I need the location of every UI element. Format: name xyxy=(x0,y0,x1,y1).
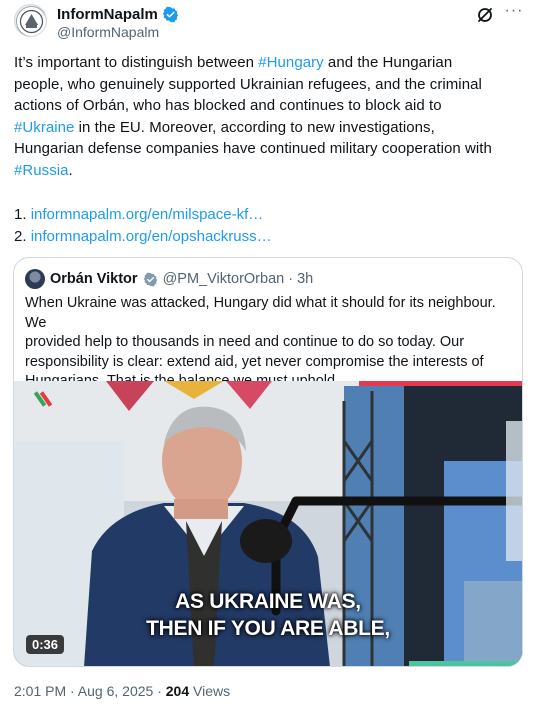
tweet-header: InformNapalm @InformNapalm ··· xyxy=(14,3,524,40)
link-item: 1. informnapalm.org/en/milspace-kf… xyxy=(14,204,524,226)
video-subtitle-line: AS UKRAINE WAS, xyxy=(175,590,361,613)
hashtag-hungary[interactable]: #Hungary xyxy=(258,54,323,71)
quoted-tweet[interactable]: Orbán Viktor @PM_ViktorOrban · 3h When U… xyxy=(13,257,523,667)
more-options-icon[interactable]: ··· xyxy=(504,3,524,24)
tweet-text-segment: . xyxy=(68,161,73,179)
author-avatar[interactable] xyxy=(14,4,47,37)
link-url[interactable]: informnapalm.org/en/opshackruss… xyxy=(31,228,272,245)
quoted-text-line: provided help to thousands in need and c… xyxy=(25,334,465,350)
tweet-text-segment: and the Hungarian xyxy=(323,54,453,71)
quoted-author-name[interactable]: Orbán Viktor xyxy=(50,271,138,287)
link-number: 2. xyxy=(14,228,31,245)
quoted-author-avatar[interactable] xyxy=(25,269,45,289)
quoted-tweet-text: When Ukraine was attacked, Hungary did w… xyxy=(25,294,515,392)
tweet-links: 1. informnapalm.org/en/milspace-kf… 2. i… xyxy=(14,204,524,248)
verified-badge-icon xyxy=(143,272,157,286)
hashtag-russia[interactable]: #Russia xyxy=(14,162,69,179)
quoted-author-handle[interactable]: @PM_ViktorOrban · 3h xyxy=(163,271,314,287)
tweet-timestamp[interactable]: 2:01 PM · Aug 6, 2025 · xyxy=(14,683,166,699)
video-duration-badge: 0:36 xyxy=(26,635,65,654)
quoted-text-line: When Ukraine was attacked, Hungary did w… xyxy=(25,295,496,331)
author-handle[interactable]: @InformNapalm xyxy=(57,24,159,40)
quoted-text-line: responsibility is clear: extend aid, yet… xyxy=(25,353,484,370)
grok-icon[interactable] xyxy=(476,6,494,24)
views-label: Views xyxy=(189,683,231,699)
tweet-text-segment: in the EU. Moreover, according to new in… xyxy=(74,118,435,136)
hashtag-ukraine[interactable]: #Ukraine xyxy=(14,119,74,136)
link-item: 2. informnapalm.org/en/opshackruss… xyxy=(14,226,524,248)
video-player[interactable]: AS UKRAINE WAS, THEN IF YOU ARE ABLE, 0:… xyxy=(14,381,522,666)
author-name-row: InformNapalm xyxy=(57,5,179,23)
tweet-metadata: 2:01 PM · Aug 6, 2025 · 204 Views xyxy=(14,683,230,699)
link-number: 1. xyxy=(14,206,31,223)
video-subtitle-line: THEN IF YOU ARE ABLE, xyxy=(146,617,390,640)
tweet-text-line: Hungarian defense companies have continu… xyxy=(14,140,492,157)
author-display-name[interactable]: InformNapalm xyxy=(57,6,158,23)
informnapalm-logo-icon xyxy=(16,6,46,36)
views-count[interactable]: 204 xyxy=(166,683,189,699)
link-url[interactable]: informnapalm.org/en/milspace-kf… xyxy=(31,206,264,223)
quoted-tweet-header: Orbán Viktor @PM_ViktorOrban · 3h xyxy=(25,269,313,289)
verified-badge-icon xyxy=(162,6,178,22)
tweet-body: It’s important to distinguish between #H… xyxy=(14,52,524,181)
tweet-text-line: people, who genuinely supported Ukrainia… xyxy=(14,75,482,93)
tweet-text-segment: It’s important to distinguish between xyxy=(14,54,259,71)
tweet-text-line: actions of Orbán, who has blocked and co… xyxy=(14,97,442,114)
